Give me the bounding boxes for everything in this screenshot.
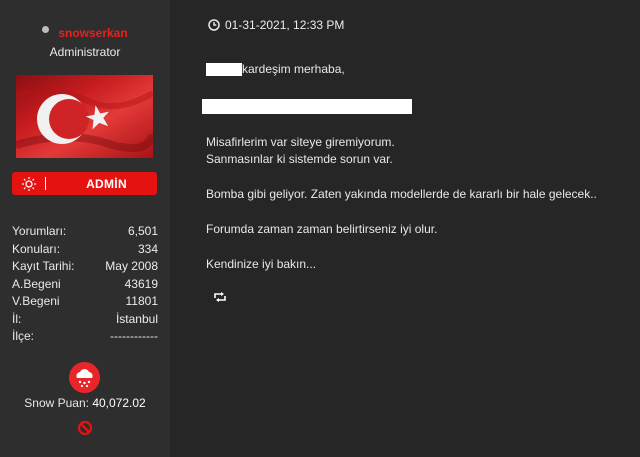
clock-icon bbox=[208, 19, 220, 31]
stat-row: Yorumları: 6,501 bbox=[12, 223, 158, 241]
user-role: Administrator bbox=[49, 45, 121, 59]
stat-label: Kayıt Tarihi: bbox=[12, 259, 75, 273]
stat-value: 6,501 bbox=[127, 224, 158, 238]
user-line: snowserkan bbox=[0, 26, 170, 40]
user-stats: Yorumları: 6,501 Konuları: 334 Kayıt Tarih… bbox=[12, 223, 158, 346]
stat-value: ------------ bbox=[110, 329, 158, 343]
stat-row: A.Begeni 43619 bbox=[12, 276, 158, 294]
retweet-icon[interactable] bbox=[213, 291, 227, 303]
post-line: Sanmasınlar ki sistemde sorun var. bbox=[206, 152, 393, 166]
post-date: 01-31-2021, 12:33 PM bbox=[208, 18, 344, 32]
stat-value: İstanbul bbox=[115, 311, 158, 326]
stat-value: 334 bbox=[137, 241, 158, 256]
user-sidebar: snowserkan Administrator ADMİN Yorumları… bbox=[0, 0, 170, 457]
stat-label: İlçe: bbox=[12, 329, 35, 343]
stat-label: Yorumları: bbox=[12, 224, 67, 238]
admin-badge: ADMİN bbox=[12, 172, 157, 195]
stat-row: İlçe: ------------ bbox=[12, 328, 158, 346]
redacted-name bbox=[206, 63, 242, 77]
snow-points-value: 40,072.02 bbox=[92, 396, 146, 410]
turkish-flag-avatar bbox=[16, 75, 153, 158]
post-line: Forumda zaman zaman belirtirseniz iyi ol… bbox=[206, 222, 438, 236]
post-content: 01-31-2021, 12:33 PM kardeşim merhaba, M… bbox=[170, 0, 640, 457]
sun-icon bbox=[22, 177, 36, 191]
stat-value: 11801 bbox=[125, 294, 158, 308]
stat-label: A.Begeni bbox=[12, 276, 61, 291]
stat-label: Konuları: bbox=[12, 241, 61, 256]
post-line: Kendinize iyi bakın... bbox=[206, 257, 317, 271]
admin-badge-label: ADMİN bbox=[86, 177, 127, 191]
greeting-line: kardeşim merhaba, bbox=[206, 62, 345, 77]
snowflake-cloud-icon bbox=[69, 362, 100, 393]
stat-row: Kayıt Tarihi: May 2008 bbox=[12, 258, 158, 276]
stat-value: 43619 bbox=[124, 276, 158, 291]
snow-points-label: Snow Puan: bbox=[24, 396, 89, 410]
badge-separator bbox=[45, 177, 46, 190]
stat-value: May 2008 bbox=[105, 259, 158, 273]
post-line: Misafirlerim var siteye giremiyorum. bbox=[206, 135, 395, 149]
greeting-text: kardeşim merhaba, bbox=[242, 62, 345, 76]
stat-row: V.Begeni 11801 bbox=[12, 293, 158, 311]
stat-row: İl: İstanbul bbox=[12, 311, 158, 329]
stat-row: Konuları: 334 bbox=[12, 241, 158, 259]
snow-points: Snow Puan: 40,072.02 bbox=[0, 396, 170, 410]
post-line: Bomba gibi geliyor. Zaten yakında modell… bbox=[206, 187, 597, 201]
offline-status-icon bbox=[42, 26, 50, 34]
username-link[interactable]: snowserkan bbox=[58, 26, 127, 40]
stat-label: İl: bbox=[12, 311, 22, 326]
post-date-text: 01-31-2021, 12:33 PM bbox=[225, 18, 345, 32]
stat-label: V.Begeni bbox=[12, 294, 60, 308]
redacted-block bbox=[202, 99, 412, 114]
ban-icon[interactable] bbox=[77, 420, 93, 436]
